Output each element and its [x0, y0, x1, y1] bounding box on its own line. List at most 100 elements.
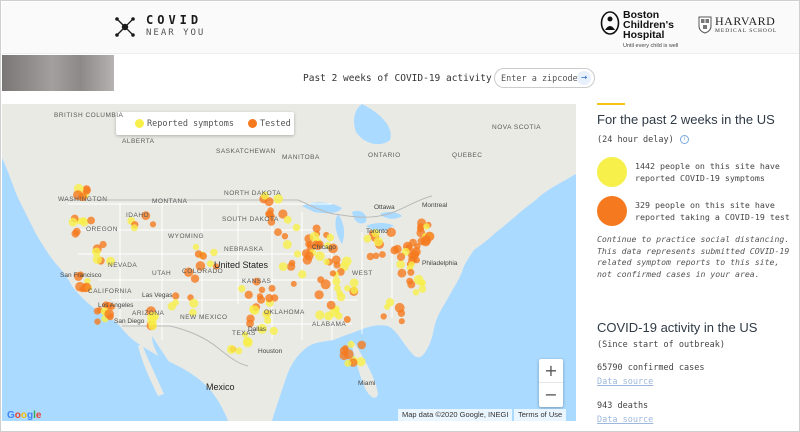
- region-label: CALIFORNIA: [88, 288, 133, 295]
- activity-dot: [206, 260, 214, 268]
- activity-dot: [130, 224, 138, 232]
- activity-dot: [278, 262, 288, 271]
- activity-map[interactable]: Reported symptoms Tested BRITISH COLUMBI…: [2, 104, 576, 421]
- activity-dot: [72, 227, 81, 236]
- terms-of-use-link[interactable]: Terms of Use: [514, 409, 567, 421]
- tested-dot-icon: [248, 119, 257, 128]
- activity-dot: [267, 207, 274, 214]
- region-label: OKLAHOMA: [264, 309, 305, 316]
- data-source-link[interactable]: Data source: [597, 377, 653, 387]
- symptoms-stat-text: 1442 people on this site have reported C…: [635, 161, 780, 183]
- google-logo[interactable]: Google: [7, 410, 41, 421]
- activity-dot: [199, 252, 207, 260]
- partner-tagline: Until every child is well: [623, 43, 679, 49]
- activity-dot: [268, 284, 276, 292]
- blurred-thumbnail: [2, 55, 114, 91]
- activity-dot: [312, 224, 321, 233]
- activity-dot: [242, 337, 253, 348]
- deaths-count: 943 deaths: [597, 401, 649, 411]
- activity-dot: [418, 285, 427, 293]
- zipcode-input[interactable]: [501, 72, 577, 85]
- data-source-link[interactable]: Data source: [597, 415, 653, 425]
- city-label: Houston: [258, 348, 283, 355]
- activity-dot: [246, 314, 255, 323]
- map-data-credit: Map data ©2020 Google, INEGI: [398, 409, 513, 421]
- map-canvas[interactable]: [2, 104, 576, 421]
- activity-dot: [148, 321, 157, 331]
- country-label: Mexico: [206, 382, 235, 392]
- tested-dot-icon: [597, 196, 627, 226]
- city-label: Chicago: [312, 244, 336, 251]
- city-label: Philadelphia: [422, 260, 458, 267]
- region-label: NOVA SCOTIA: [492, 124, 542, 131]
- activity-dot: [293, 250, 302, 258]
- activity-dot: [344, 359, 352, 367]
- city-label: Las Vegas: [142, 292, 173, 299]
- tested-stat: 329 people on this site have reported ta…: [597, 196, 795, 226]
- arrow-right-icon[interactable]: →: [577, 71, 591, 85]
- city-label: Los Angeles: [98, 302, 134, 309]
- zipcode-search[interactable]: →: [494, 68, 595, 88]
- zoom-control[interactable]: + −: [539, 359, 563, 407]
- activity-dot: [384, 303, 391, 310]
- map-attribution: Google Map data ©2020 Google, INEGI Term…: [2, 409, 576, 421]
- activity-dot: [309, 232, 320, 242]
- activity-dot: [396, 260, 405, 269]
- symptoms-dot-icon: [597, 157, 627, 187]
- activity-dot: [99, 240, 107, 249]
- activity-dot: [356, 357, 366, 367]
- logo-title: COVID: [146, 13, 203, 27]
- activity-dot: [315, 310, 325, 320]
- activity-dot: [339, 346, 349, 356]
- activity-dot: [298, 270, 307, 279]
- harvard-medical-school-logo[interactable]: HARVARD MEDICAL SCHOOL: [698, 15, 777, 36]
- activity-dot: [342, 256, 352, 267]
- activity-dot: [423, 223, 430, 230]
- country-label: United States: [214, 260, 269, 270]
- region-label: UTAH: [152, 270, 172, 277]
- activity-dot: [314, 290, 324, 300]
- info-icon[interactable]: i: [679, 135, 689, 144]
- activity-dot: [329, 270, 336, 277]
- city-label: San Francisco: [60, 272, 102, 279]
- zoom-out-button[interactable]: −: [539, 383, 563, 407]
- region-label: OREGON: [86, 226, 118, 233]
- activity-dot: [407, 268, 415, 276]
- activity-dot: [149, 221, 157, 228]
- activity-dot: [397, 268, 407, 278]
- city-label: Miami: [358, 380, 376, 387]
- activity-dot: [334, 284, 341, 292]
- activity-dot: [380, 313, 387, 320]
- city-label: Toronto: [366, 228, 388, 235]
- accent-bar: [597, 103, 625, 105]
- activity-dot: [332, 277, 341, 286]
- legend-symptoms-label: Reported symptoms: [147, 118, 234, 129]
- activity-dot: [238, 285, 246, 293]
- city-label: San Diego: [114, 318, 145, 325]
- activity-dot: [288, 259, 296, 267]
- activity-dot: [394, 302, 405, 313]
- site-header: COVID NEAR YOU Boston Children's Hospita…: [2, 2, 799, 54]
- boston-childrens-hospital-logo[interactable]: Boston Children's Hospital Until every c…: [600, 10, 678, 51]
- tested-stat-text: 329 people on this site have reported ta…: [635, 200, 790, 222]
- activity-dot: [304, 251, 314, 261]
- region-label: MANITOBA: [282, 154, 320, 161]
- activity-dot: [344, 285, 351, 292]
- delay-text: (24 hour delay): [597, 135, 674, 145]
- region-label: SASKATCHEWAN: [216, 148, 276, 155]
- covid-near-you-logo[interactable]: COVID NEAR YOU: [114, 14, 205, 40]
- activity-dot: [87, 216, 95, 225]
- region-label: WYOMING: [168, 233, 204, 240]
- activity-dot: [323, 258, 330, 265]
- activity-dot: [269, 326, 278, 336]
- activity-dot: [373, 237, 383, 247]
- activity-dot: [413, 256, 420, 264]
- activity-dot: [350, 286, 359, 295]
- activity-dot: [326, 233, 335, 242]
- legend-item-symptoms: Reported symptoms: [135, 119, 234, 129]
- zoom-in-button[interactable]: +: [539, 359, 563, 383]
- legend-item-tested: Tested: [248, 119, 291, 129]
- activity-dot: [172, 299, 179, 306]
- activity-dot: [172, 292, 180, 300]
- region-label: NEVADA: [108, 262, 138, 269]
